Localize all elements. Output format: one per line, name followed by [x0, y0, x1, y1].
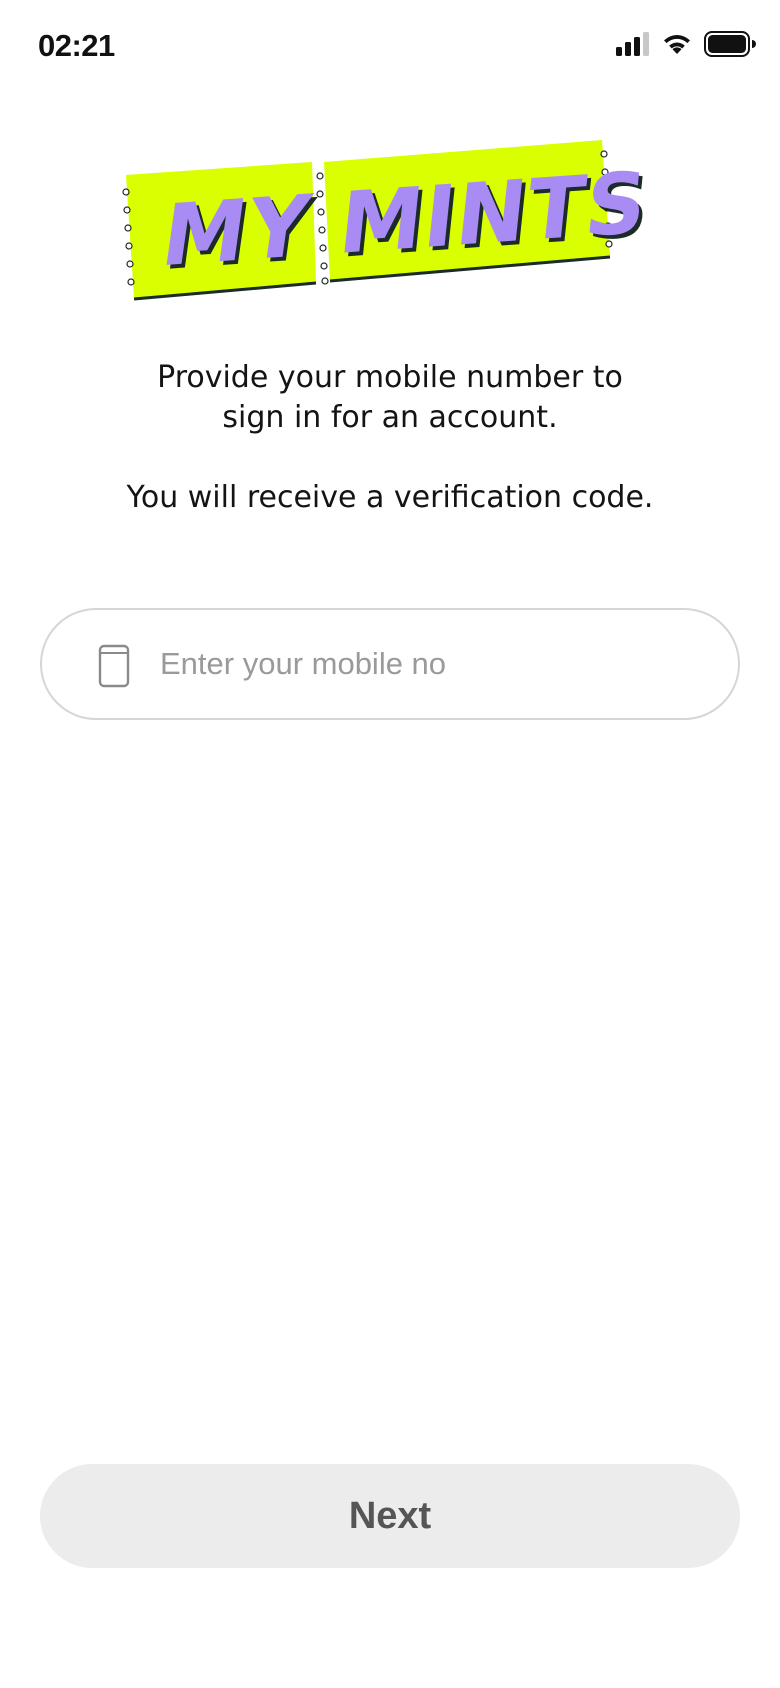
- intro-line-1: Provide your mobile number to: [157, 360, 623, 395]
- next-button[interactable]: Next: [40, 1464, 740, 1568]
- mobile-phone-icon: [98, 644, 130, 688]
- wifi-icon: [664, 35, 690, 54]
- intro-line-2: sign in for an account.: [222, 400, 558, 435]
- mobile-number-input[interactable]: [160, 610, 720, 718]
- battery-icon: [704, 31, 756, 57]
- my-mints-logo: MY MY MINTS MINTS: [120, 132, 660, 304]
- logo-graphic: MY MY MINTS MINTS: [122, 140, 656, 301]
- intro-text: Provide your mobile number to sign in fo…: [40, 358, 740, 518]
- mobile-number-field[interactable]: [40, 608, 740, 720]
- status-time: 02:21: [38, 28, 115, 63]
- svg-text:MY: MY: [156, 177, 318, 286]
- status-icons: [616, 28, 756, 60]
- status-bar: 02:21: [0, 0, 780, 96]
- intro-line-3: You will receive a verification code.: [126, 480, 654, 515]
- cellular-signal-icon: [616, 32, 649, 56]
